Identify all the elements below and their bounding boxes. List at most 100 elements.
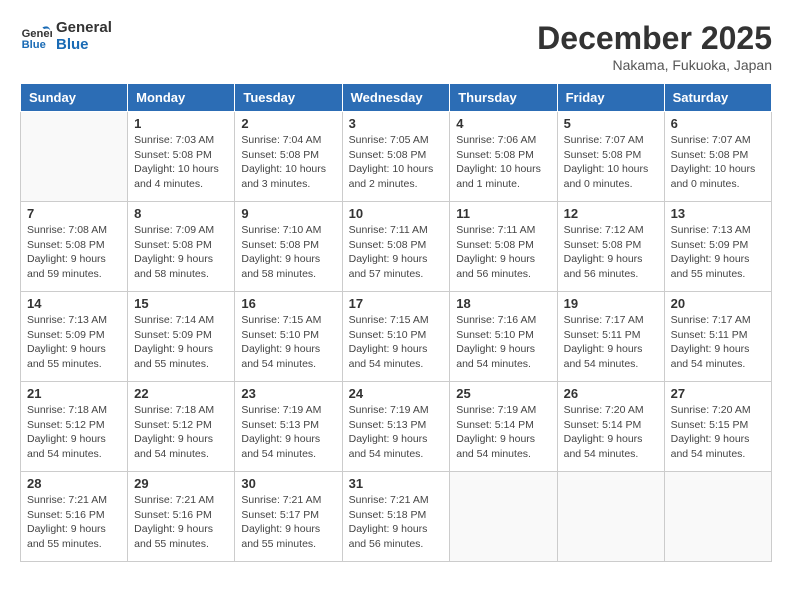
day-number: 23 (241, 386, 335, 401)
day-number: 8 (134, 206, 228, 221)
day-number: 6 (671, 116, 765, 131)
calendar-week-3: 14 Sunrise: 7:13 AMSunset: 5:09 PMDayligh… (21, 292, 772, 382)
day-number: 19 (564, 296, 658, 311)
table-row (664, 472, 771, 562)
table-row: 17 Sunrise: 7:15 AMSunset: 5:10 PMDayligh… (342, 292, 450, 382)
table-row: 13 Sunrise: 7:13 AMSunset: 5:09 PMDayligh… (664, 202, 771, 292)
day-info: Sunrise: 7:21 AMSunset: 5:17 PMDaylight:… (241, 493, 335, 552)
day-info: Sunrise: 7:18 AMSunset: 5:12 PMDaylight:… (134, 403, 228, 462)
day-info: Sunrise: 7:19 AMSunset: 5:13 PMDaylight:… (241, 403, 335, 462)
table-row: 19 Sunrise: 7:17 AMSunset: 5:11 PMDayligh… (557, 292, 664, 382)
day-number: 26 (564, 386, 658, 401)
day-number: 2 (241, 116, 335, 131)
day-number: 16 (241, 296, 335, 311)
day-number: 3 (349, 116, 444, 131)
col-thursday: Thursday (450, 84, 557, 112)
table-row: 8 Sunrise: 7:09 AMSunset: 5:08 PMDaylight… (128, 202, 235, 292)
table-row: 21 Sunrise: 7:18 AMSunset: 5:12 PMDayligh… (21, 382, 128, 472)
table-row: 16 Sunrise: 7:15 AMSunset: 5:10 PMDayligh… (235, 292, 342, 382)
table-row: 27 Sunrise: 7:20 AMSunset: 5:15 PMDayligh… (664, 382, 771, 472)
col-monday: Monday (128, 84, 235, 112)
day-info: Sunrise: 7:03 AMSunset: 5:08 PMDaylight:… (134, 133, 228, 192)
col-friday: Friday (557, 84, 664, 112)
table-row: 14 Sunrise: 7:13 AMSunset: 5:09 PMDayligh… (21, 292, 128, 382)
table-row: 3 Sunrise: 7:05 AMSunset: 5:08 PMDaylight… (342, 112, 450, 202)
day-info: Sunrise: 7:19 AMSunset: 5:14 PMDaylight:… (456, 403, 550, 462)
table-row: 9 Sunrise: 7:10 AMSunset: 5:08 PMDaylight… (235, 202, 342, 292)
day-number: 31 (349, 476, 444, 491)
day-info: Sunrise: 7:11 AMSunset: 5:08 PMDaylight:… (456, 223, 550, 282)
day-info: Sunrise: 7:13 AMSunset: 5:09 PMDaylight:… (27, 313, 121, 372)
col-tuesday: Tuesday (235, 84, 342, 112)
day-number: 15 (134, 296, 228, 311)
day-number: 22 (134, 386, 228, 401)
calendar-week-2: 7Sunrise: 7:08 AMSunset: 5:08 PMDaylight… (21, 202, 772, 292)
day-info: Sunrise: 7:18 AMSunset: 5:12 PMDaylight:… (27, 403, 121, 462)
logo: General Blue General Blue (20, 20, 112, 53)
day-info: Sunrise: 7:09 AMSunset: 5:08 PMDaylight:… (134, 223, 228, 282)
logo-line1: General (56, 20, 112, 37)
table-row: 29Sunrise: 7:21 AMSunset: 5:16 PMDayligh… (128, 472, 235, 562)
day-info: Sunrise: 7:07 AMSunset: 5:08 PMDaylight:… (564, 133, 658, 192)
title-block: December 2025 Nakama, Fukuoka, Japan (537, 20, 772, 73)
day-number: 7 (27, 206, 121, 221)
table-row: 2Sunrise: 7:04 AMSunset: 5:08 PMDaylight… (235, 112, 342, 202)
page-header: General Blue General Blue December 2025 … (20, 20, 772, 73)
table-row: 15 Sunrise: 7:14 AMSunset: 5:09 PMDayligh… (128, 292, 235, 382)
table-row: 12Sunrise: 7:12 AMSunset: 5:08 PMDayligh… (557, 202, 664, 292)
logo-line2: Blue (56, 37, 112, 54)
table-row: 24 Sunrise: 7:19 AMSunset: 5:13 PMDayligh… (342, 382, 450, 472)
table-row: 4Sunrise: 7:06 AMSunset: 5:08 PMDaylight… (450, 112, 557, 202)
table-row: 20 Sunrise: 7:17 AMSunset: 5:11 PMDayligh… (664, 292, 771, 382)
day-number: 10 (349, 206, 444, 221)
day-number: 25 (456, 386, 550, 401)
table-row: 25 Sunrise: 7:19 AMSunset: 5:14 PMDayligh… (450, 382, 557, 472)
day-number: 21 (27, 386, 121, 401)
day-info: Sunrise: 7:20 AMSunset: 5:15 PMDaylight:… (671, 403, 765, 462)
table-row: 10 Sunrise: 7:11 AMSunset: 5:08 PMDayligh… (342, 202, 450, 292)
table-row: 6 Sunrise: 7:07 AMSunset: 5:08 PMDaylight… (664, 112, 771, 202)
day-info: Sunrise: 7:06 AMSunset: 5:08 PMDaylight:… (456, 133, 550, 192)
day-info: Sunrise: 7:14 AMSunset: 5:09 PMDaylight:… (134, 313, 228, 372)
calendar-week-1: 1 Sunrise: 7:03 AMSunset: 5:08 PMDaylight… (21, 112, 772, 202)
day-info: Sunrise: 7:15 AMSunset: 5:10 PMDaylight:… (241, 313, 335, 372)
day-info: Sunrise: 7:15 AMSunset: 5:10 PMDaylight:… (349, 313, 444, 372)
calendar-header-row: Sunday Monday Tuesday Wednesday Thursday… (21, 84, 772, 112)
day-number: 24 (349, 386, 444, 401)
table-row: 30Sunrise: 7:21 AMSunset: 5:17 PMDayligh… (235, 472, 342, 562)
day-number: 13 (671, 206, 765, 221)
col-sunday: Sunday (21, 84, 128, 112)
calendar-week-4: 21 Sunrise: 7:18 AMSunset: 5:12 PMDayligh… (21, 382, 772, 472)
day-info: Sunrise: 7:07 AMSunset: 5:08 PMDaylight:… (671, 133, 765, 192)
day-number: 27 (671, 386, 765, 401)
day-info: Sunrise: 7:05 AMSunset: 5:08 PMDaylight:… (349, 133, 444, 192)
day-info: Sunrise: 7:10 AMSunset: 5:08 PMDaylight:… (241, 223, 335, 282)
day-info: Sunrise: 7:12 AMSunset: 5:08 PMDaylight:… (564, 223, 658, 282)
logo-icon: General Blue (20, 21, 52, 53)
day-number: 18 (456, 296, 550, 311)
col-wednesday: Wednesday (342, 84, 450, 112)
table-row: 18Sunrise: 7:16 AMSunset: 5:10 PMDayligh… (450, 292, 557, 382)
day-info: Sunrise: 7:11 AMSunset: 5:08 PMDaylight:… (349, 223, 444, 282)
day-number: 20 (671, 296, 765, 311)
day-number: 14 (27, 296, 121, 311)
day-info: Sunrise: 7:17 AMSunset: 5:11 PMDaylight:… (671, 313, 765, 372)
day-info: Sunrise: 7:13 AMSunset: 5:09 PMDaylight:… (671, 223, 765, 282)
day-number: 9 (241, 206, 335, 221)
table-row: 23 Sunrise: 7:19 AMSunset: 5:13 PMDayligh… (235, 382, 342, 472)
table-row (557, 472, 664, 562)
day-info: Sunrise: 7:17 AMSunset: 5:11 PMDaylight:… (564, 313, 658, 372)
day-info: Sunrise: 7:20 AMSunset: 5:14 PMDaylight:… (564, 403, 658, 462)
day-number: 17 (349, 296, 444, 311)
day-info: Sunrise: 7:19 AMSunset: 5:13 PMDaylight:… (349, 403, 444, 462)
day-number: 1 (134, 116, 228, 131)
svg-text:General: General (22, 28, 52, 40)
svg-text:Blue: Blue (22, 39, 46, 51)
day-info: Sunrise: 7:21 AMSunset: 5:18 PMDaylight:… (349, 493, 444, 552)
day-number: 28 (27, 476, 121, 491)
day-number: 5 (564, 116, 658, 131)
day-number: 29 (134, 476, 228, 491)
location-subtitle: Nakama, Fukuoka, Japan (537, 57, 772, 73)
table-row: 7Sunrise: 7:08 AMSunset: 5:08 PMDaylight… (21, 202, 128, 292)
table-row: 5 Sunrise: 7:07 AMSunset: 5:08 PMDaylight… (557, 112, 664, 202)
